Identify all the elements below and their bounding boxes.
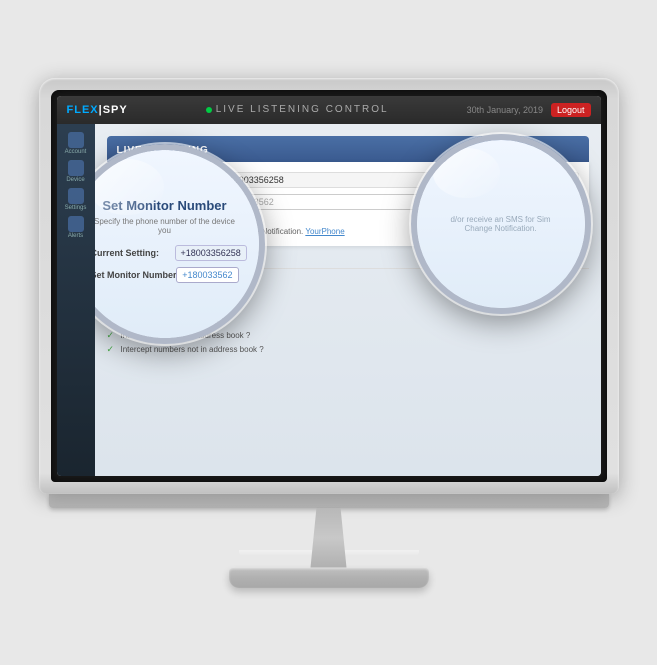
set-monitor-row: Set Monitor Number: +180033562: [117, 194, 579, 210]
option-label-4: Intercept numbers not in address book ?: [121, 345, 264, 354]
current-setting-label: Current Setting:: [117, 175, 217, 185]
live-indicator: [206, 107, 212, 113]
sidebar-label-account: Account: [65, 149, 87, 155]
watchlist-option-3[interactable]: ✓ Intercept numbers in address book ?: [107, 330, 589, 341]
option-label-2: Intercept unknown numbers ?: [121, 317, 226, 326]
topbar: FLEX|SPY LIVE LISTENING CONTROL 30th Jan…: [57, 96, 601, 124]
topbar-title-area: LIVE LISTENING CONTROL: [206, 104, 389, 115]
page-header: Live Listening: [107, 136, 589, 162]
set-monitor-label: Set Monitor Number:: [117, 197, 217, 207]
sidebar-item-account[interactable]: Account: [62, 132, 90, 156]
content-area: Live Listening Current Setting: +1800335…: [95, 124, 601, 476]
settings-card: Current Setting: +18003356258 Set Monito…: [107, 162, 589, 246]
monitor-display: FLEX|SPY LIVE LISTENING CONTROL 30th Jan…: [29, 78, 629, 588]
watchlist-subtitle: Specify the phone numbers to monitor: [107, 273, 589, 282]
sidebar-label-device: Device: [66, 177, 84, 183]
cloud-options-label: Cloud Options: [107, 288, 589, 298]
logo: FLEX|SPY: [67, 104, 128, 116]
date-label: 30th January, 2019: [467, 105, 543, 115]
topbar-right: 30th January, 2019 Logout: [467, 103, 591, 117]
topbar-title: LIVE LISTENING CONTROL: [216, 104, 389, 115]
check-icon-3: ✓: [107, 330, 117, 341]
logo-spy: SPY: [103, 104, 128, 116]
sidebar-item-settings[interactable]: Settings: [62, 188, 90, 212]
logo-flex: FLEX: [67, 104, 99, 116]
check-icon-4: ✓: [107, 344, 117, 355]
monitor-bezel: FLEX|SPY LIVE LISTENING CONTROL 30th Jan…: [51, 90, 607, 482]
screen: FLEX|SPY LIVE LISTENING CONTROL 30th Jan…: [57, 96, 601, 476]
stand-base: [229, 568, 429, 588]
current-setting-row: Current Setting: +18003356258: [117, 172, 579, 188]
option-label-3: Intercept numbers in address book ?: [121, 331, 251, 340]
watchlist-option-2[interactable]: ✓ Intercept unknown numbers ?: [107, 316, 589, 327]
sidebar-item-device[interactable]: Device: [62, 160, 90, 184]
device-icon: [68, 160, 84, 176]
yourphone-link[interactable]: YourPhone: [305, 227, 344, 236]
check-icon-1: ✓: [107, 302, 117, 313]
stand-neck: [299, 508, 359, 568]
logout-button[interactable]: Logout: [551, 103, 591, 117]
check-icon-2: ✓: [107, 316, 117, 327]
important-body: to send/receive an SMS for Sim Change No…: [117, 227, 579, 236]
watchlist-option-1[interactable]: ✓ Intercept all searches: [107, 302, 589, 313]
logo-text: FLEX|SPY: [67, 104, 128, 116]
option-label-1: Intercept all searches: [121, 303, 197, 312]
alerts-icon: [68, 216, 84, 232]
settings-icon: [68, 188, 84, 204]
monitor-outer: FLEX|SPY LIVE LISTENING CONTROL 30th Jan…: [39, 78, 619, 494]
sidebar: Account Device Settings Alerts: [57, 124, 95, 476]
watchlist-title: Interception Watch List: [107, 254, 589, 269]
main-layout: Account Device Settings Alerts: [57, 124, 601, 476]
watchlist-option-4[interactable]: ✓ Intercept numbers not in address book …: [107, 344, 589, 355]
account-icon: [68, 132, 84, 148]
page-header-title: Live Listening: [117, 145, 209, 156]
important-prefix: IMPORTANT: This is NOT the Ta: [117, 216, 579, 225]
sidebar-label-alerts: Alerts: [68, 233, 83, 239]
set-monitor-input[interactable]: +180033562: [217, 194, 579, 210]
sidebar-label-settings: Settings: [65, 205, 87, 211]
current-setting-value: +18003356258: [217, 172, 579, 188]
monitor-bottom-bar: [49, 494, 609, 508]
sidebar-item-alerts[interactable]: Alerts: [62, 216, 90, 240]
